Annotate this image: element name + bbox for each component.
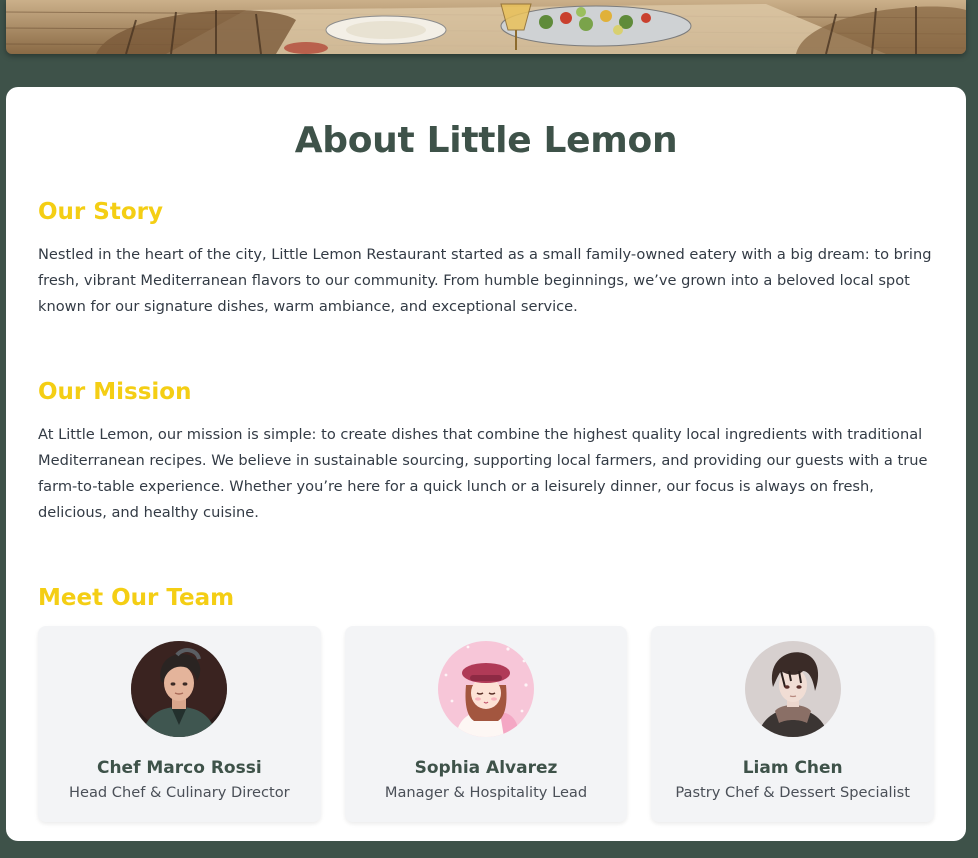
team-card-sophia-alvarez: Sophia Alvarez Manager & Hospitality Lea… [344,626,628,822]
mission-heading: Our Mission [38,379,192,405]
page-title: About Little Lemon [294,120,678,161]
member-role: Pastry Chef & Dessert Specialist [675,784,910,801]
team-heading: Meet Our Team [38,585,235,611]
avatar [131,641,228,737]
story-text: Nestled in the heart of the city, Little… [38,246,932,315]
story-heading: Our Story [38,199,163,225]
member-name: Liam Chen [742,758,843,778]
team-card-liam-chen: Liam Chen Pastry Chef & Dessert Speciali… [651,626,935,822]
avatar [438,641,534,737]
team-grid: Chef Marco Rossi Head Chef & Culinary Di… [38,626,935,822]
member-role: Head Chef & Culinary Director [69,784,290,801]
team-card-marco-rossi: Chef Marco Rossi Head Chef & Culinary Di… [38,626,321,822]
member-name: Chef Marco Rossi [96,758,262,778]
mission-text: At Little Lemon, our mission is simple: … [38,426,928,521]
avatar [744,641,841,737]
restaurant-hero-image [6,0,966,54]
member-role: Manager & Hospitality Lead [384,784,588,801]
about-section: About Little Lemon Our Story Nestled in … [6,87,966,841]
member-name: Sophia Alvarez [414,758,558,778]
